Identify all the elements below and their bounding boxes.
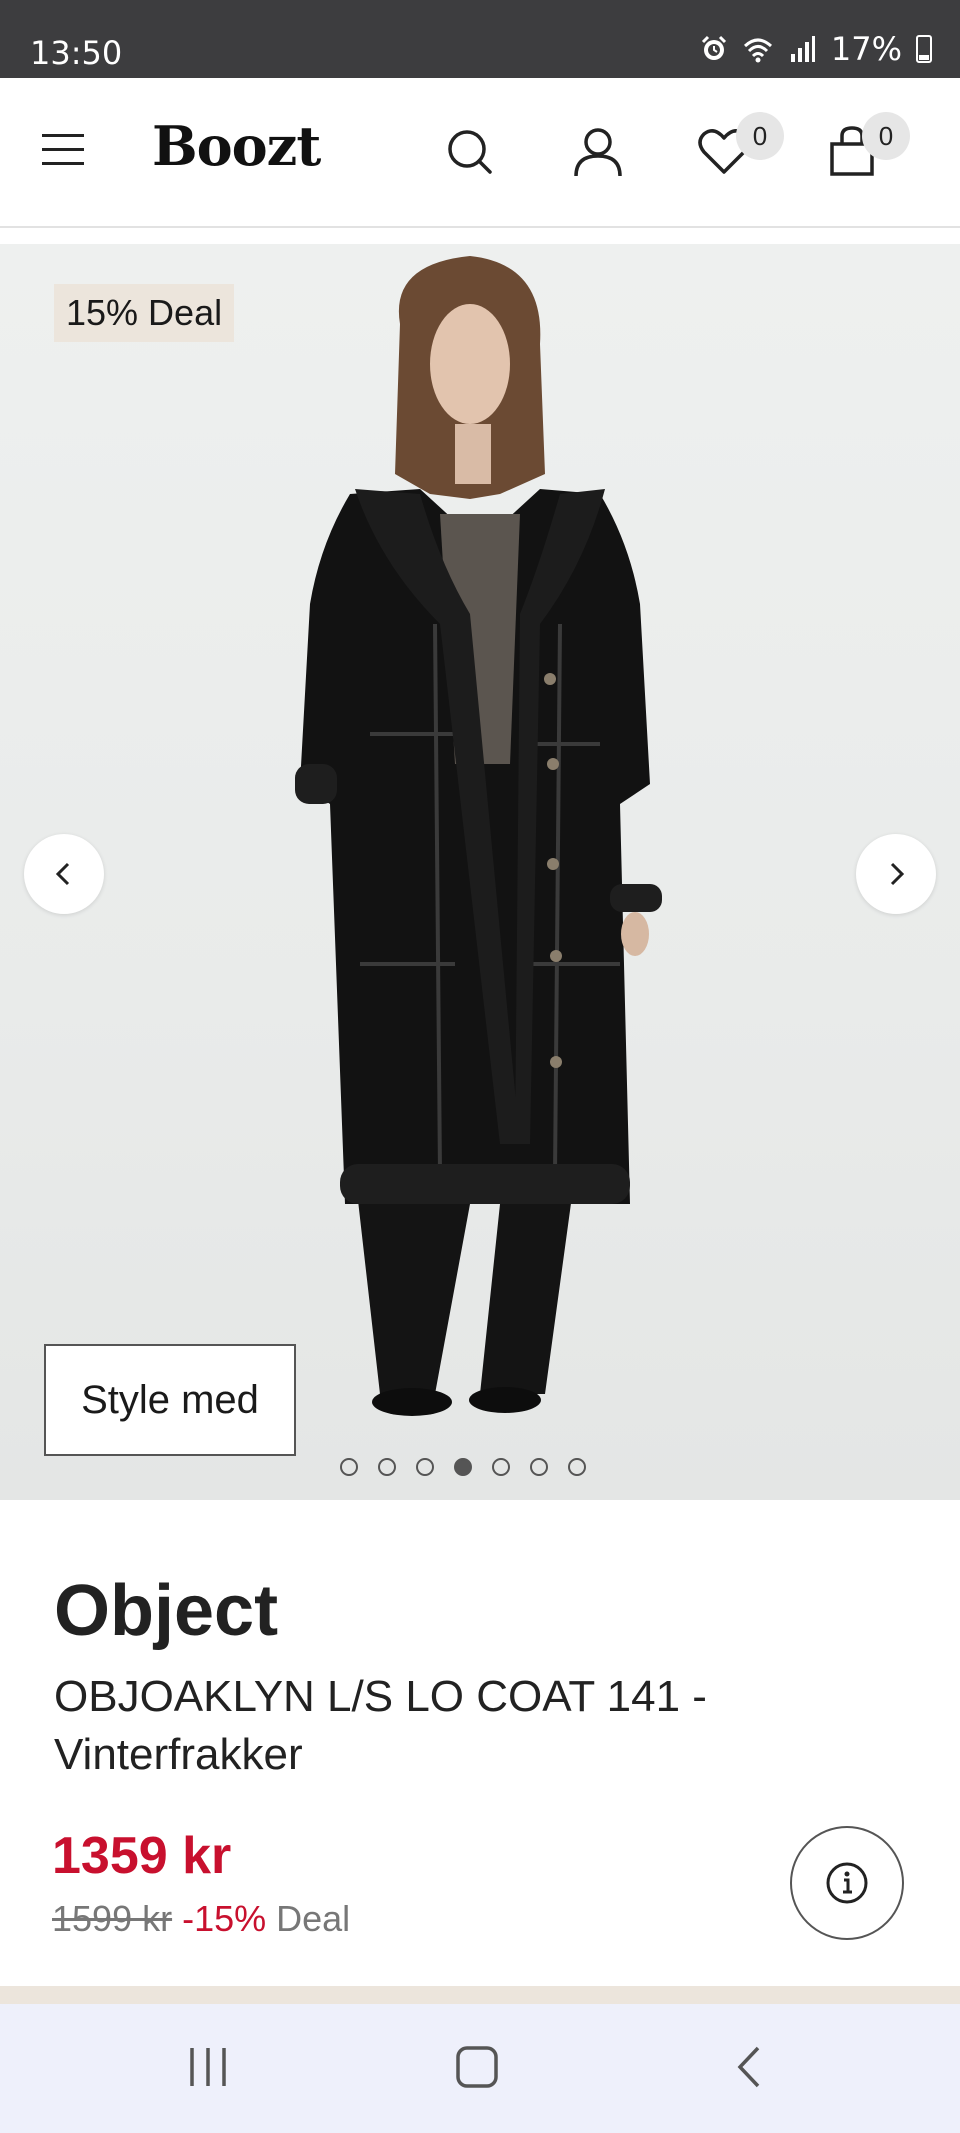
logo[interactable]: Boozt xyxy=(152,114,321,178)
deal-badge: 15% Deal xyxy=(54,284,235,342)
battery-icon xyxy=(916,35,932,63)
signal-icon xyxy=(790,36,815,62)
next-image-button[interactable] xyxy=(856,834,936,914)
section-divider xyxy=(0,1986,960,2004)
gallery-dot[interactable] xyxy=(492,1458,510,1476)
status-time: 13:50 xyxy=(30,34,123,72)
price-info-button[interactable] xyxy=(790,1826,904,1940)
style-med-button[interactable]: Style med xyxy=(44,1344,296,1456)
status-icons: 17% xyxy=(699,30,932,68)
original-price: 1599 kr xyxy=(52,1898,173,1939)
system-nav-bar xyxy=(0,2004,960,2133)
menu-icon[interactable] xyxy=(42,134,84,166)
gallery-dot[interactable] xyxy=(416,1458,434,1476)
product-photo xyxy=(295,256,662,1416)
alarm-icon xyxy=(701,35,726,60)
chevron-right-icon xyxy=(890,862,905,886)
gallery-pagination xyxy=(340,1458,586,1476)
price-details: 1599 kr -15% Deal xyxy=(52,1898,350,1940)
recent-apps-icon[interactable] xyxy=(186,2044,230,2090)
gallery-dot[interactable] xyxy=(340,1458,358,1476)
gallery-dot[interactable] xyxy=(568,1458,586,1476)
prev-image-button[interactable] xyxy=(24,834,104,914)
gallery-dot[interactable] xyxy=(378,1458,396,1476)
app-header: Boozt 0 0 xyxy=(0,78,960,228)
battery-percent: 17% xyxy=(830,30,902,68)
user-icon[interactable] xyxy=(568,122,628,182)
product-brand[interactable]: Object xyxy=(54,1570,278,1652)
wishlist-badge: 0 xyxy=(736,112,784,160)
status-bar: 13:50 17% xyxy=(0,0,960,78)
cart-badge: 0 xyxy=(862,112,910,160)
gallery-dot-active[interactable] xyxy=(454,1458,472,1476)
discount-percent: -15% xyxy=(182,1898,267,1939)
home-icon[interactable] xyxy=(454,2044,500,2090)
wifi-icon xyxy=(743,38,772,63)
current-price: 1359 kr xyxy=(52,1827,232,1885)
chevron-left-icon xyxy=(55,862,70,886)
product-name: OBJOAKLYN L/S LO COAT 141 - Vinterfrakke… xyxy=(54,1672,707,1779)
deal-label: Deal xyxy=(276,1898,351,1939)
product-image-gallery[interactable]: 15% Deal Style med xyxy=(0,244,960,1500)
gallery-dot[interactable] xyxy=(530,1458,548,1476)
search-icon[interactable] xyxy=(440,122,500,182)
back-icon[interactable] xyxy=(730,2044,770,2090)
info-icon xyxy=(826,1862,868,1904)
